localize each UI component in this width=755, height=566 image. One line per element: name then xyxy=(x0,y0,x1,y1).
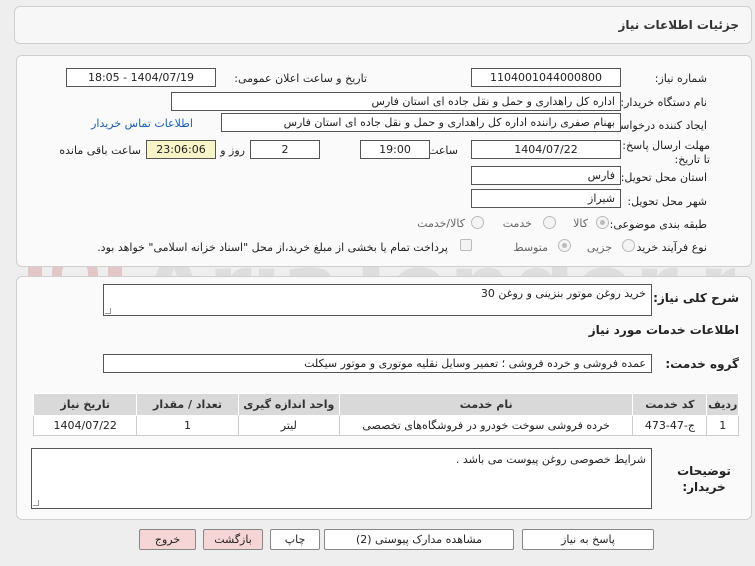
cell-row: 1 xyxy=(706,415,739,436)
city-label: شهر محل تحویل: xyxy=(627,195,707,208)
category-radio-goods[interactable] xyxy=(596,216,609,229)
deadline-label: مهلت ارسال پاسخ: تا تاریخ: xyxy=(622,139,710,166)
col-unit: واحد اندازه گیری xyxy=(237,393,340,416)
need-number-field: 1104001044000800 xyxy=(471,68,621,87)
remaining-time-field: 23:06:06 xyxy=(146,140,216,159)
col-date: تاریخ نیاز xyxy=(32,393,138,416)
cell-date: 1404/07/22 xyxy=(32,415,138,436)
category-label: طبقه بندی موضوعی: xyxy=(609,218,707,231)
cell-unit: لیتر xyxy=(237,415,340,436)
days-label: روز و xyxy=(220,144,245,157)
purchase-option-medium: متوسط xyxy=(513,241,548,254)
service-group-field: عمده فروشی و خرده فروشی ؛ تعمیر وسایل نق… xyxy=(103,354,652,373)
col-code: کد خدمت xyxy=(632,393,708,416)
summary-resize-handle[interactable] xyxy=(105,308,111,314)
reply-button[interactable]: پاسخ به نیاز xyxy=(522,529,654,550)
category-radio-goods-service[interactable] xyxy=(471,216,484,229)
service-group-label: گروه خدمت: xyxy=(665,357,739,371)
treasury-payment-note: پرداخت تمام یا بخشی از مبلغ خرید،از محل … xyxy=(97,241,448,254)
province-field: فارس xyxy=(471,166,621,185)
deadline-time-field: 19:00 xyxy=(360,140,430,159)
announce-field: 1404/07/19 - 18:05 xyxy=(66,68,216,87)
notes-label: توضیحات خریدار: xyxy=(677,464,731,494)
category-option-goods: کالا xyxy=(573,217,588,230)
col-row: ردیف xyxy=(706,393,739,416)
col-qty: تعداد / مقدار xyxy=(136,393,239,416)
creator-field: بهنام صفری راننده اداره کل راهداری و حمل… xyxy=(221,113,621,132)
announce-label: تاریخ و ساعت اعلان عمومی: xyxy=(234,72,367,85)
notes-field: شرایط خصوصی روغن پیوست می باشد . xyxy=(31,448,652,509)
category-option-goods-service: کالا/خدمت xyxy=(417,217,465,230)
page-title: جزئیات اطلاعات نیاز xyxy=(618,18,739,32)
deadline-date-field: 1404/07/22 xyxy=(471,140,621,159)
services-section-title: اطلاعات خدمات مورد نیاز xyxy=(588,323,739,337)
province-label: استان محل تحویل: xyxy=(620,171,707,184)
purchase-radio-medium[interactable] xyxy=(558,239,571,252)
summary-label: شرح کلی نیاز: xyxy=(653,291,739,305)
exit-button[interactable]: خروج xyxy=(139,529,196,550)
cell-name: خرده فروشی سوخت خودرو در فروشگاه‌های تخص… xyxy=(338,415,634,436)
purchase-type-label: نوع فرآیند خرید : xyxy=(629,241,707,254)
buyer-org-field: اداره کل راهداری و حمل و نقل جاده ای است… xyxy=(171,92,621,111)
purchase-option-minor: جزیی xyxy=(586,241,612,254)
need-number-label: شماره نیاز: xyxy=(654,72,707,85)
services-table: ردیف کد خدمت نام خدمت واحد اندازه گیری ت… xyxy=(32,393,739,436)
cell-qty: 1 xyxy=(136,415,239,436)
category-option-service: خدمت xyxy=(502,217,532,230)
col-name: نام خدمت xyxy=(338,393,634,416)
table-row: 1 ج-47-473 خرده فروشی سوخت خودرو در فروش… xyxy=(32,415,739,436)
print-button[interactable]: چاپ xyxy=(270,529,320,550)
notes-resize-handle[interactable] xyxy=(33,500,39,506)
table-header-row: ردیف کد خدمت نام خدمت واحد اندازه گیری ت… xyxy=(32,393,739,416)
category-radio-service[interactable] xyxy=(543,216,556,229)
deadline-time-label: ساعت xyxy=(428,144,458,157)
buyer-org-label: نام دستگاه خریدار: xyxy=(620,96,707,109)
summary-field: خرید روغن موتور بنزینی و روغن 30 xyxy=(103,284,652,316)
page-header: جزئیات اطلاعات نیاز xyxy=(14,6,752,44)
back-button[interactable]: بازگشت xyxy=(203,529,263,550)
view-docs-button[interactable]: مشاهده مدارک پیوستی (2) xyxy=(324,529,514,550)
treasury-payment-checkbox[interactable] xyxy=(460,239,472,251)
days-field: 2 xyxy=(250,140,320,159)
buyer-contact-link[interactable]: اطلاعات تماس خریدار xyxy=(91,117,193,130)
cell-code: ج-47-473 xyxy=(632,415,708,436)
remaining-label: ساعت باقی مانده xyxy=(59,144,141,157)
purchase-radio-minor[interactable] xyxy=(622,239,635,252)
city-field: شیراز xyxy=(471,189,621,208)
